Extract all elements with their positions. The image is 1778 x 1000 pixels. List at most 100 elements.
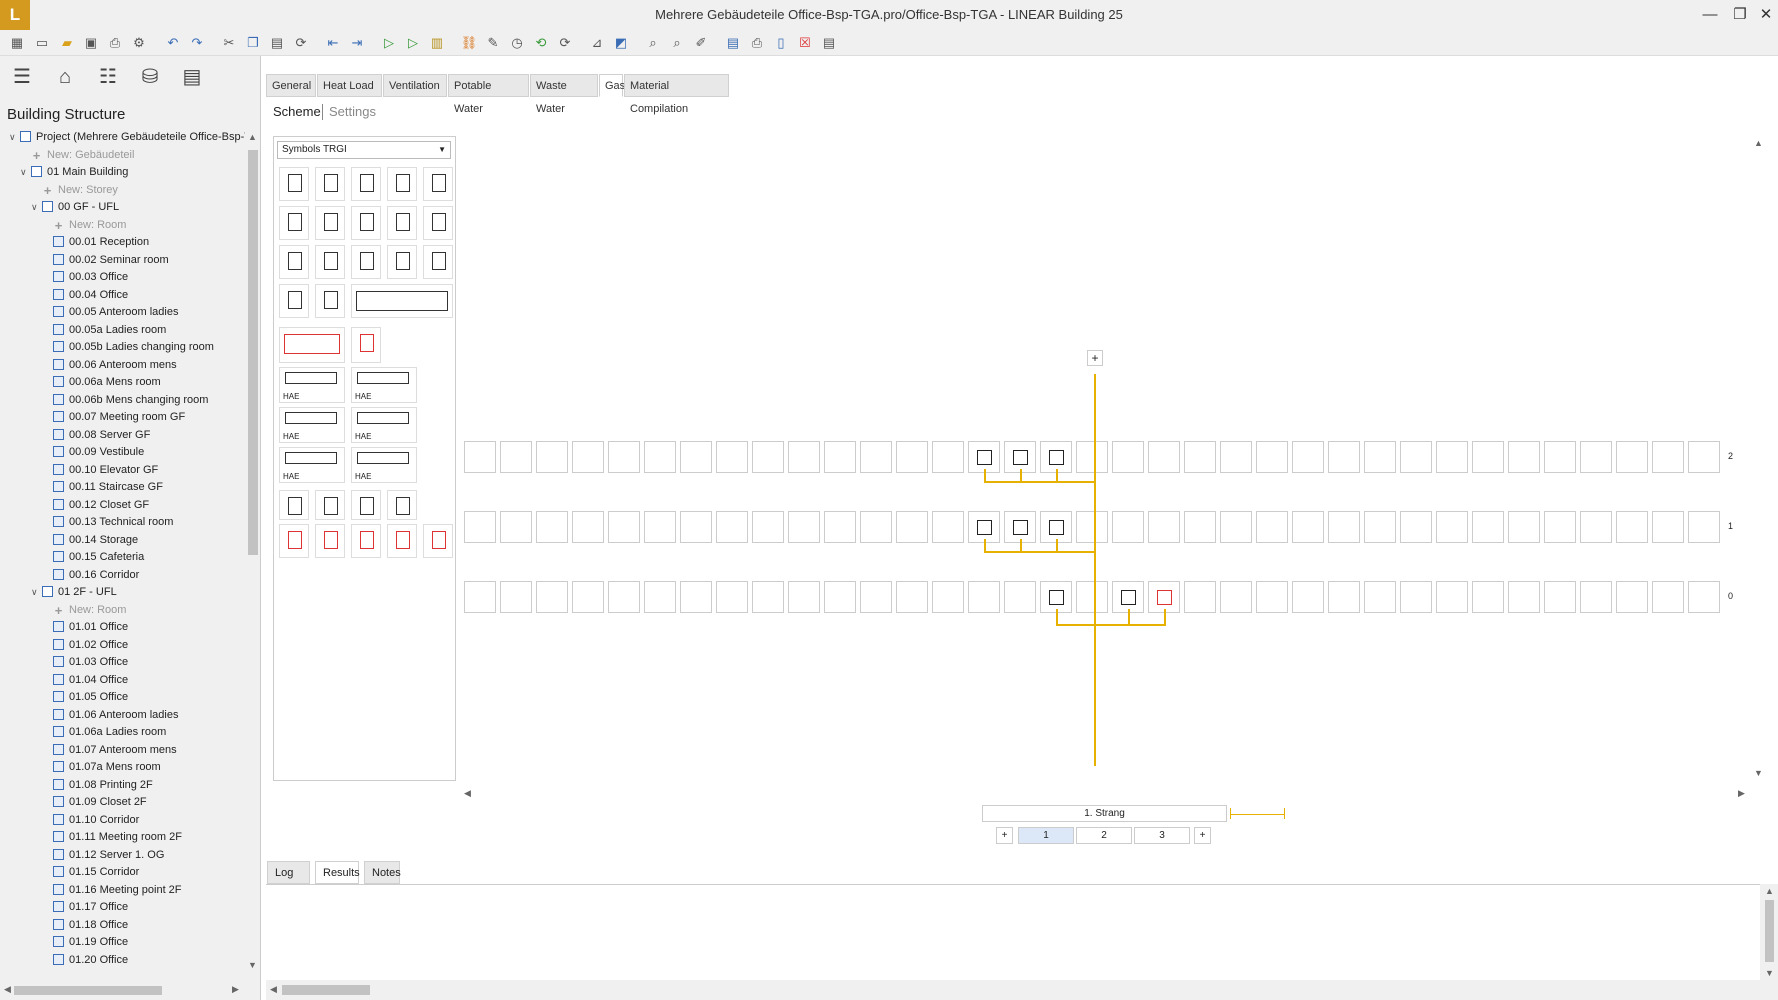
scheme-cell[interactable] bbox=[1580, 581, 1612, 613]
scheme-cell[interactable] bbox=[932, 581, 964, 613]
scheme-cell[interactable] bbox=[500, 511, 532, 543]
scheme-cell[interactable] bbox=[788, 581, 820, 613]
sync-icon[interactable]: ⟲ bbox=[532, 34, 550, 52]
tree-item[interactable]: 01.16 Meeting point 2F bbox=[53, 882, 182, 899]
new-file-icon[interactable]: ▭ bbox=[33, 34, 51, 52]
tree-item[interactable]: 01.09 Closet 2F bbox=[53, 794, 147, 811]
scheme-cell[interactable] bbox=[1580, 441, 1612, 473]
scheme-cell[interactable] bbox=[716, 581, 748, 613]
fitting-symbol[interactable] bbox=[315, 490, 345, 520]
scheme-cell[interactable] bbox=[500, 581, 532, 613]
minimize-icon[interactable]: — bbox=[1696, 0, 1724, 30]
fitting-symbol[interactable] bbox=[351, 490, 381, 520]
scheme-cell[interactable] bbox=[1544, 441, 1576, 473]
hamburger-menu-icon[interactable]: ☰ bbox=[7, 62, 37, 92]
tree-item-new[interactable]: + New: Room bbox=[53, 217, 127, 234]
settings-gear-icon[interactable]: ⚙ bbox=[130, 34, 148, 52]
gas-appliance-symbol[interactable] bbox=[315, 167, 345, 201]
scheme-cell[interactable] bbox=[1652, 441, 1684, 473]
scheme-cell[interactable] bbox=[788, 511, 820, 543]
scheme-cell[interactable] bbox=[1112, 441, 1144, 473]
scheme-cell[interactable] bbox=[1400, 511, 1432, 543]
scheme-cell[interactable] bbox=[968, 581, 1000, 613]
gas-appliance-symbol[interactable] bbox=[423, 167, 453, 201]
fitting-symbol[interactable] bbox=[279, 490, 309, 520]
scheme-cell[interactable] bbox=[824, 511, 856, 543]
tree-item[interactable]: 00.08 Server GF bbox=[53, 427, 150, 444]
history-icon[interactable]: ◷ bbox=[508, 34, 526, 52]
tree-item[interactable]: 00.16 Corridor bbox=[53, 567, 139, 584]
cut-icon[interactable]: ✂ bbox=[220, 34, 238, 52]
scheme-cell[interactable] bbox=[572, 441, 604, 473]
scheme-cell[interactable] bbox=[1616, 581, 1648, 613]
tab-log[interactable]: Log bbox=[267, 861, 310, 884]
hae-valve-symbol[interactable]: HAE bbox=[351, 407, 417, 443]
scheme-cell[interactable] bbox=[1220, 581, 1252, 613]
scroll-up-icon[interactable]: ▲ bbox=[248, 132, 257, 142]
tab-settings[interactable]: Settings bbox=[329, 104, 376, 119]
tree-item[interactable]: 01.07a Mens room bbox=[53, 759, 161, 776]
scheme-cell[interactable] bbox=[1184, 581, 1216, 613]
scheme-scroll-left-icon[interactable]: ◀ bbox=[464, 788, 471, 799]
tree-item[interactable]: 01.10 Corridor bbox=[53, 812, 139, 829]
scheme-scroll-down-icon[interactable]: ▼ bbox=[1754, 768, 1763, 778]
scheme-cell[interactable] bbox=[824, 581, 856, 613]
pipe-connector-symbol[interactable] bbox=[423, 524, 453, 558]
tree-item[interactable]: 01.04 Office bbox=[53, 672, 128, 689]
tree-item[interactable]: 00.07 Meeting room GF bbox=[53, 409, 185, 426]
list-view-icon[interactable]: ☷ bbox=[93, 62, 123, 92]
redo-icon[interactable]: ↷ bbox=[188, 34, 206, 52]
building-icon[interactable]: ⌂ bbox=[50, 62, 80, 92]
eyedropper-icon[interactable]: ✐ bbox=[692, 34, 710, 52]
scheme-cell[interactable] bbox=[896, 581, 928, 613]
print-icon[interactable]: ⎙ bbox=[106, 34, 124, 52]
scheme-cell[interactable] bbox=[1616, 441, 1648, 473]
scheme-cell[interactable] bbox=[1436, 581, 1468, 613]
page-button-3[interactable]: 3 bbox=[1134, 827, 1190, 844]
tree-item[interactable]: ∨ 00 GF - UFL bbox=[31, 199, 119, 216]
scheme-cell[interactable] bbox=[1148, 511, 1180, 543]
main-horizontal-scrollbar[interactable]: ◀ bbox=[266, 980, 1778, 1000]
scheme-cell[interactable] bbox=[824, 441, 856, 473]
scheme-cell[interactable] bbox=[1148, 441, 1180, 473]
scheme-cell[interactable] bbox=[860, 581, 892, 613]
scheme-cell[interactable] bbox=[1220, 441, 1252, 473]
close-icon[interactable]: ✕ bbox=[1752, 0, 1778, 30]
tree-item[interactable]: 01.17 Office bbox=[53, 899, 128, 916]
scheme-cell[interactable] bbox=[752, 581, 784, 613]
refresh-icon[interactable]: ⟳ bbox=[292, 34, 310, 52]
scheme-cell[interactable] bbox=[536, 511, 568, 543]
tree-item[interactable]: 00.15 Cafeteria bbox=[53, 549, 144, 566]
scheme-cell[interactable] bbox=[464, 511, 496, 543]
scheme-cell[interactable] bbox=[1364, 441, 1396, 473]
rotate-icon[interactable]: ⟳ bbox=[556, 34, 574, 52]
scheme-scroll-up-icon[interactable]: ▲ bbox=[1754, 138, 1763, 148]
page-button-2[interactable]: 2 bbox=[1076, 827, 1132, 844]
scheme-cell[interactable] bbox=[1256, 441, 1288, 473]
scheme-cell[interactable] bbox=[608, 581, 640, 613]
gas-appliance-symbol[interactable] bbox=[351, 206, 381, 240]
tree-item[interactable]: 00.06a Mens room bbox=[53, 374, 161, 391]
scheme-cell[interactable] bbox=[1256, 511, 1288, 543]
undo-icon[interactable]: ↶ bbox=[164, 34, 182, 52]
tree-item[interactable]: 00.12 Closet GF bbox=[53, 497, 149, 514]
scheme-cell[interactable] bbox=[1436, 441, 1468, 473]
scheme-cell[interactable] bbox=[896, 441, 928, 473]
meter-group-symbol[interactable] bbox=[279, 327, 345, 363]
scheme-cell[interactable] bbox=[788, 441, 820, 473]
delete-document-icon[interactable]: ☒ bbox=[796, 34, 814, 52]
scroll-left-icon[interactable]: ◀ bbox=[4, 984, 11, 995]
tree-item-new[interactable]: + New: Gebäudeteil bbox=[31, 147, 135, 164]
scheme-cell[interactable] bbox=[932, 511, 964, 543]
scheme-cell[interactable] bbox=[644, 511, 676, 543]
scheme-cell[interactable] bbox=[1544, 511, 1576, 543]
save-icon[interactable]: ▣ bbox=[82, 34, 100, 52]
hae-valve-symbol[interactable]: HAE bbox=[351, 367, 417, 403]
scheme-cell[interactable] bbox=[860, 441, 892, 473]
forward-icon[interactable]: ▷ bbox=[380, 34, 398, 52]
printer-icon[interactable]: ⎙ bbox=[748, 34, 766, 52]
tree-item[interactable]: 01.05 Office bbox=[53, 689, 128, 706]
scheme-cell[interactable] bbox=[1472, 581, 1504, 613]
pipe-connector-symbol[interactable] bbox=[279, 524, 309, 558]
scheme-cell[interactable] bbox=[932, 441, 964, 473]
